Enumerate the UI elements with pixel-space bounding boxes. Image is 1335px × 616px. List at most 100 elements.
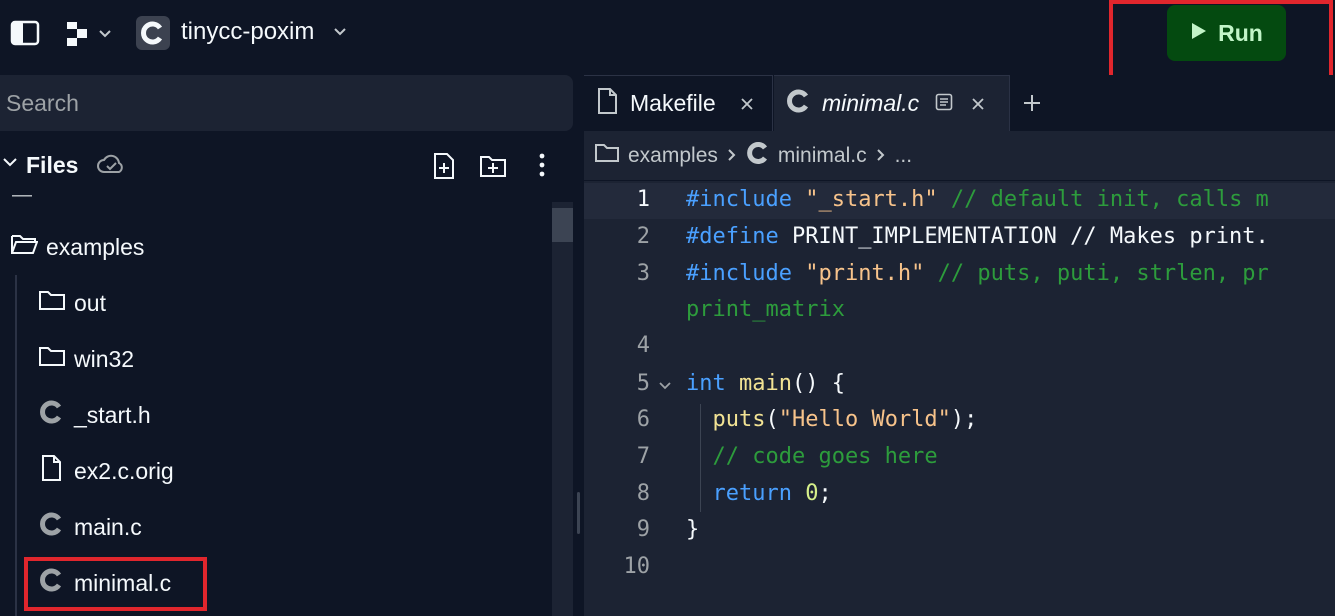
code-keyword: #include (686, 187, 792, 212)
run-button[interactable]: Run (1167, 5, 1286, 61)
document-outline-icon[interactable] (935, 90, 953, 117)
line-number: 2 (636, 224, 650, 249)
code-string: "_start.h" (791, 187, 938, 212)
tab-minimal-c[interactable]: minimal.c (774, 75, 1010, 131)
tab-makefile[interactable]: Makefile (584, 75, 773, 131)
line-number: 3 (636, 261, 650, 286)
line-number: 1 (636, 187, 650, 212)
code-number: 0 (791, 481, 819, 506)
code-text: } (686, 517, 700, 542)
new-file-icon[interactable] (432, 152, 456, 185)
tree-item-label: ex2.c.orig (74, 457, 174, 484)
more-options-icon[interactable] (538, 153, 546, 182)
tree-folder-win32[interactable]: win32 (38, 331, 134, 387)
breadcrumb-folder[interactable]: examples (628, 144, 718, 168)
collapsed-items-marker[interactable]: — (12, 184, 32, 207)
line-number: 9 (636, 517, 650, 542)
tree-item-label: main.c (74, 513, 142, 540)
repl-menu-icon[interactable] (66, 20, 118, 48)
project-name[interactable]: tinycc-poxim (181, 18, 314, 46)
code-keyword: int (686, 371, 726, 396)
code-string: "Hello World" (778, 407, 951, 432)
tree-folder-examples[interactable]: examples (10, 219, 144, 275)
breadcrumb-more[interactable]: ... (895, 144, 913, 168)
file-icon (596, 87, 620, 120)
close-icon[interactable] (971, 90, 985, 117)
code-line-7[interactable]: // code goes here (686, 444, 938, 469)
chevron-down-icon[interactable] (2, 154, 18, 175)
line-number: 6 (636, 407, 650, 432)
close-icon[interactable] (740, 90, 754, 117)
files-title: Files (26, 152, 79, 178)
new-folder-icon[interactable] (479, 153, 507, 184)
code-text: ( (765, 407, 779, 432)
tree-file-start-h[interactable]: _start.h (38, 387, 151, 443)
code-comment: print_matrix (686, 297, 845, 322)
code-text: ; (818, 481, 832, 506)
tree-folder-out[interactable]: out (38, 275, 106, 331)
pane-resize-handle[interactable] (577, 492, 580, 534)
code-line-2[interactable]: #define PRINT_IMPLEMENTATION // Makes pr… (686, 224, 1269, 249)
search-input[interactable]: Search (0, 75, 573, 131)
folder-icon (594, 142, 620, 170)
line-number: 7 (636, 444, 650, 469)
folder-icon (38, 344, 66, 374)
code-comment: // puts, puti, strlen, pr (924, 261, 1269, 286)
code-string: "print.h" (791, 261, 925, 286)
code-function: puts (686, 407, 766, 432)
folder-icon (38, 288, 66, 318)
play-icon (1190, 20, 1208, 47)
tree-file-minimal-c[interactable]: minimal.c (38, 555, 171, 611)
code-line-8[interactable]: return 0; (686, 481, 832, 506)
tree-file-main-c[interactable]: main.c (38, 499, 142, 555)
chevron-down-icon[interactable] (332, 24, 348, 45)
files-header: Files (0, 140, 575, 190)
code-text: PRINT_IMPLEMENTATION // Makes print. (778, 224, 1269, 249)
tab-label: Makefile (630, 90, 716, 116)
c-file-icon (746, 141, 770, 171)
tree-file-ex2-c-orig[interactable]: ex2.c.orig (38, 443, 174, 499)
code-line-9[interactable]: } (686, 517, 699, 542)
cloud-check-icon (97, 153, 125, 182)
code-line-5[interactable]: int main() { (686, 371, 845, 396)
line-number: 8 (636, 481, 650, 506)
tree-item-label: minimal.c (74, 569, 172, 596)
breadcrumb: examples minimal.c ... (584, 131, 1335, 181)
code-function: main (725, 371, 792, 396)
folder-open-icon (10, 232, 39, 262)
sidebar-scrollbar[interactable] (552, 202, 573, 616)
line-number: 5 (636, 371, 650, 396)
breadcrumb-file[interactable]: minimal.c (778, 144, 867, 168)
code-line-1[interactable]: #include "_start.h" // default init, cal… (686, 187, 1269, 212)
chevron-right-icon (726, 144, 738, 168)
code-comment: // default init, calls m (937, 187, 1269, 212)
c-file-icon (786, 88, 812, 120)
file-icon (38, 455, 66, 487)
code-line-3[interactable]: #include "print.h" // puts, puti, strlen… (686, 261, 1269, 286)
code-keyword: return (686, 481, 792, 506)
line-number: 10 (623, 554, 651, 579)
c-language-icon[interactable] (136, 16, 170, 50)
code-keyword: #include (686, 261, 792, 286)
tree-item-label: out (74, 289, 106, 316)
tree-item-label: win32 (74, 345, 135, 372)
tree-indent-guide (15, 275, 17, 616)
new-tab-icon[interactable] (1022, 93, 1042, 118)
line-number: 4 (636, 333, 650, 358)
sidebar-toggle-icon[interactable] (10, 20, 40, 46)
code-comment: // code goes here (686, 444, 938, 469)
chevron-right-icon (875, 144, 887, 168)
c-file-icon (38, 399, 66, 431)
code-text: () { (791, 371, 845, 396)
tree-item-label: _start.h (74, 401, 151, 428)
code-text: ); (950, 407, 978, 432)
sidebar-scrollbar-thumb[interactable] (552, 208, 573, 242)
tab-label: minimal.c (822, 90, 920, 116)
fold-chevron-icon[interactable] (658, 378, 672, 397)
code-line-3-wrap[interactable]: print_matrix (686, 297, 845, 322)
code-line-6[interactable]: puts("Hello World"); (686, 407, 977, 432)
c-file-icon (38, 511, 66, 543)
run-label: Run (1218, 19, 1263, 46)
code-keyword: #define (686, 224, 779, 249)
tree-item-label: examples (46, 233, 145, 260)
